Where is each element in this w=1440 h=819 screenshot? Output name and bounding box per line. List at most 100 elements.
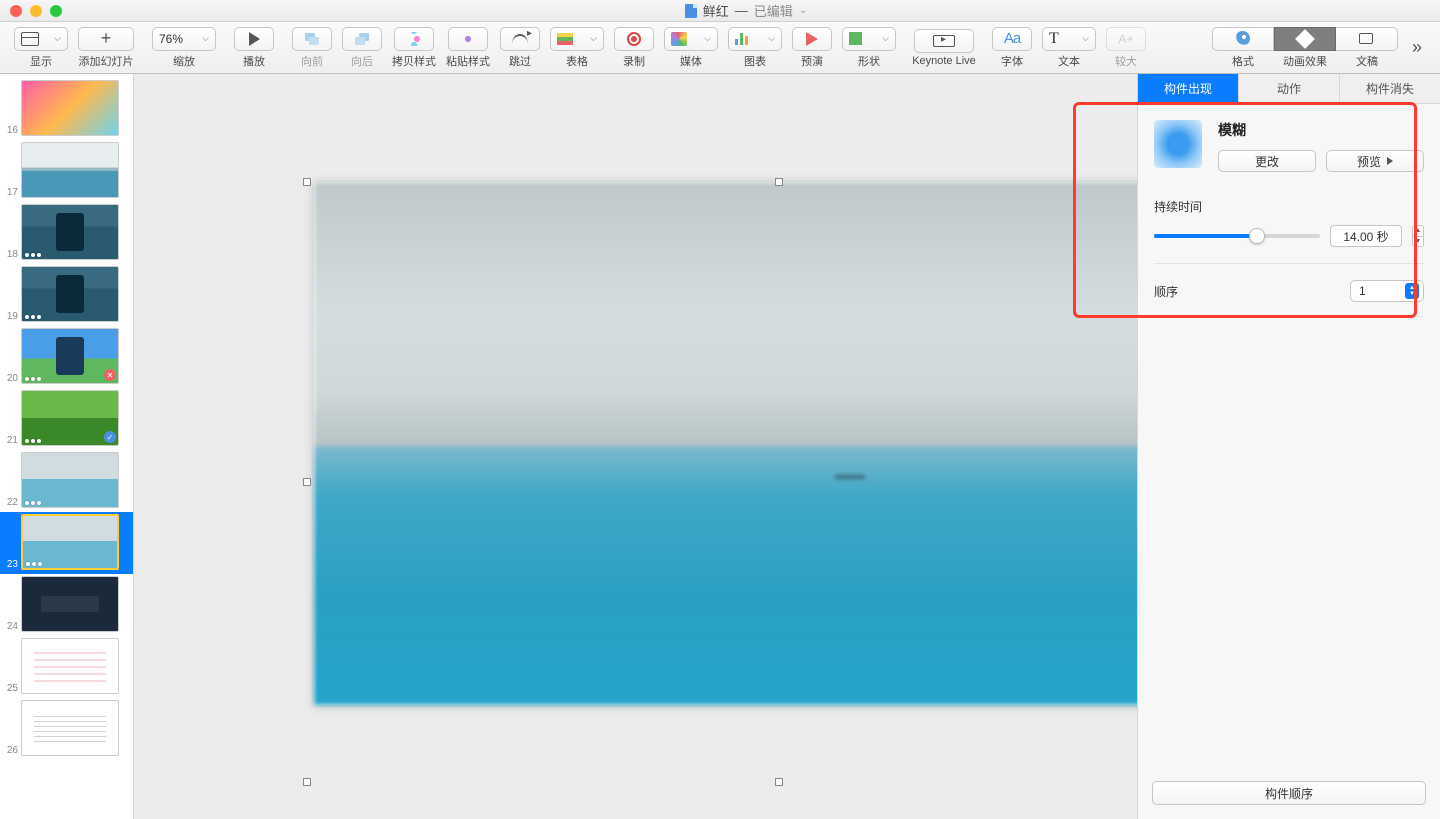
thumbnail-image: ✕	[21, 328, 119, 384]
bigger-label: 较大	[1115, 53, 1137, 69]
minimize-icon[interactable]	[30, 5, 42, 17]
thumbnail-image: ✓	[21, 390, 119, 446]
slide-thumbnail[interactable]: 20✕	[0, 326, 133, 388]
backward-button[interactable]	[342, 27, 382, 51]
chart-icon	[735, 33, 751, 45]
play-icon	[249, 32, 260, 46]
slide-number: 24	[4, 621, 18, 632]
duration-field[interactable]: 14.00 秒	[1330, 225, 1402, 247]
toolbar: ⌵ 显示 + 添加幻灯片 76%⌵ 缩放 播放 向前 向后 拷贝样式 粘贴样式 …	[0, 22, 1440, 74]
zoom-select[interactable]: 76%⌵	[152, 27, 216, 51]
maximize-icon[interactable]	[50, 5, 62, 17]
build-order-button[interactable]: 构件顺序	[1152, 781, 1426, 805]
bigger-button[interactable]: A+	[1106, 27, 1146, 51]
document-filename: 鲜红	[703, 1, 729, 20]
play-label: 播放	[243, 53, 265, 69]
toolbar-overflow-button[interactable]: »	[1404, 37, 1430, 58]
media-button[interactable]: ⌵	[664, 27, 718, 51]
keynote-live-button[interactable]	[914, 29, 974, 53]
slide-thumbnail[interactable]: 23	[0, 512, 133, 574]
table-button[interactable]: ⌵	[550, 27, 604, 51]
zoom-label: 缩放	[173, 53, 195, 69]
tab-action[interactable]: 动作	[1239, 74, 1340, 103]
slide-thumbnail[interactable]: 24	[0, 574, 133, 636]
view-icon	[21, 32, 39, 46]
bring-forward-icon	[305, 33, 319, 45]
document-status: 已编辑	[754, 1, 793, 20]
animate-tab[interactable]	[1274, 27, 1336, 51]
skip-label: 跳过	[509, 53, 531, 69]
close-icon[interactable]	[10, 5, 22, 17]
record-button[interactable]	[614, 27, 654, 51]
duration-label: 持续时间	[1154, 198, 1424, 215]
font-icon: Aa	[1004, 30, 1020, 47]
add-slide-label: 添加幻灯片	[79, 53, 134, 69]
font-button[interactable]: Aa	[992, 27, 1032, 51]
animate-icon	[1295, 29, 1315, 49]
slider-knob[interactable]	[1249, 228, 1265, 244]
slide-number: 25	[4, 683, 18, 694]
resize-handle[interactable]	[775, 778, 783, 786]
slide-thumbnail[interactable]: 22	[0, 450, 133, 512]
slide-thumbnail[interactable]: 17	[0, 140, 133, 202]
format-tab[interactable]	[1212, 27, 1274, 51]
shape-button[interactable]: ⌵	[842, 27, 896, 51]
slide-thumbnail[interactable]: 16	[0, 78, 133, 140]
live-icon	[933, 35, 955, 47]
play-button[interactable]	[234, 27, 274, 51]
text-button[interactable]: T⌵	[1042, 27, 1096, 51]
tab-build-out[interactable]: 构件消失	[1340, 74, 1440, 103]
send-backward-icon	[355, 33, 369, 45]
document-tab[interactable]	[1336, 27, 1398, 51]
order-label: 顺序	[1154, 283, 1178, 300]
shape-icon	[849, 32, 862, 45]
change-effect-button[interactable]: 更改	[1218, 150, 1316, 172]
window-controls	[10, 5, 62, 17]
resize-handle[interactable]	[303, 778, 311, 786]
slide-number: 23	[4, 559, 18, 570]
slide-thumbnail[interactable]: 26	[0, 698, 133, 760]
view-button[interactable]: ⌵	[14, 27, 68, 51]
thumbnail-image	[21, 638, 119, 694]
chevron-down-icon[interactable]: ⌄	[799, 5, 807, 16]
view-label: 显示	[30, 53, 52, 69]
slide-thumbnail[interactable]: 25	[0, 636, 133, 698]
text-icon: T	[1049, 30, 1059, 48]
slide-number: 17	[4, 187, 18, 198]
slide-navigator[interactable]: 16 17 18 19 20✕21✓22 23 24 25 26	[0, 74, 134, 819]
chart-button[interactable]: ⌵	[728, 27, 782, 51]
font-label: 字体	[1001, 53, 1023, 69]
thumbnail-image	[21, 576, 119, 632]
slide-number: 20	[4, 373, 18, 384]
add-slide-button[interactable]: +	[78, 27, 134, 51]
document-icon	[1359, 33, 1373, 44]
canvas[interactable]	[134, 74, 1137, 819]
duration-stepper[interactable]: ▲▼	[1412, 225, 1424, 247]
slide-thumbnail[interactable]: 18	[0, 202, 133, 264]
preview-label: 预演	[801, 53, 823, 69]
table-label: 表格	[566, 53, 588, 69]
skip-button[interactable]	[500, 27, 540, 51]
forward-label: 向前	[301, 53, 323, 69]
slide-thumbnail[interactable]: 21✓	[0, 388, 133, 450]
slide-number: 16	[4, 125, 18, 136]
plus-icon: +	[101, 28, 112, 49]
forward-button[interactable]	[292, 27, 332, 51]
paste-format-button[interactable]	[448, 27, 488, 51]
chart-label: 图表	[744, 53, 766, 69]
effect-thumbnail	[1154, 120, 1202, 168]
resize-handle[interactable]	[775, 178, 783, 186]
thumbnail-image	[21, 142, 119, 198]
inspector-tabs: 构件出现 动作 构件消失	[1138, 74, 1440, 104]
slide-thumbnail[interactable]: 19	[0, 264, 133, 326]
preview-effect-button[interactable]: 预览	[1326, 150, 1424, 172]
copy-format-button[interactable]	[394, 27, 434, 51]
play-icon	[1387, 157, 1393, 165]
order-select[interactable]: 1 ▲▼	[1350, 280, 1424, 302]
resize-handle[interactable]	[303, 478, 311, 486]
resize-handle[interactable]	[303, 178, 311, 186]
slide-number: 19	[4, 311, 18, 322]
tab-build-in[interactable]: 构件出现	[1138, 74, 1239, 103]
preview-button[interactable]	[792, 27, 832, 51]
duration-slider[interactable]	[1154, 234, 1320, 238]
